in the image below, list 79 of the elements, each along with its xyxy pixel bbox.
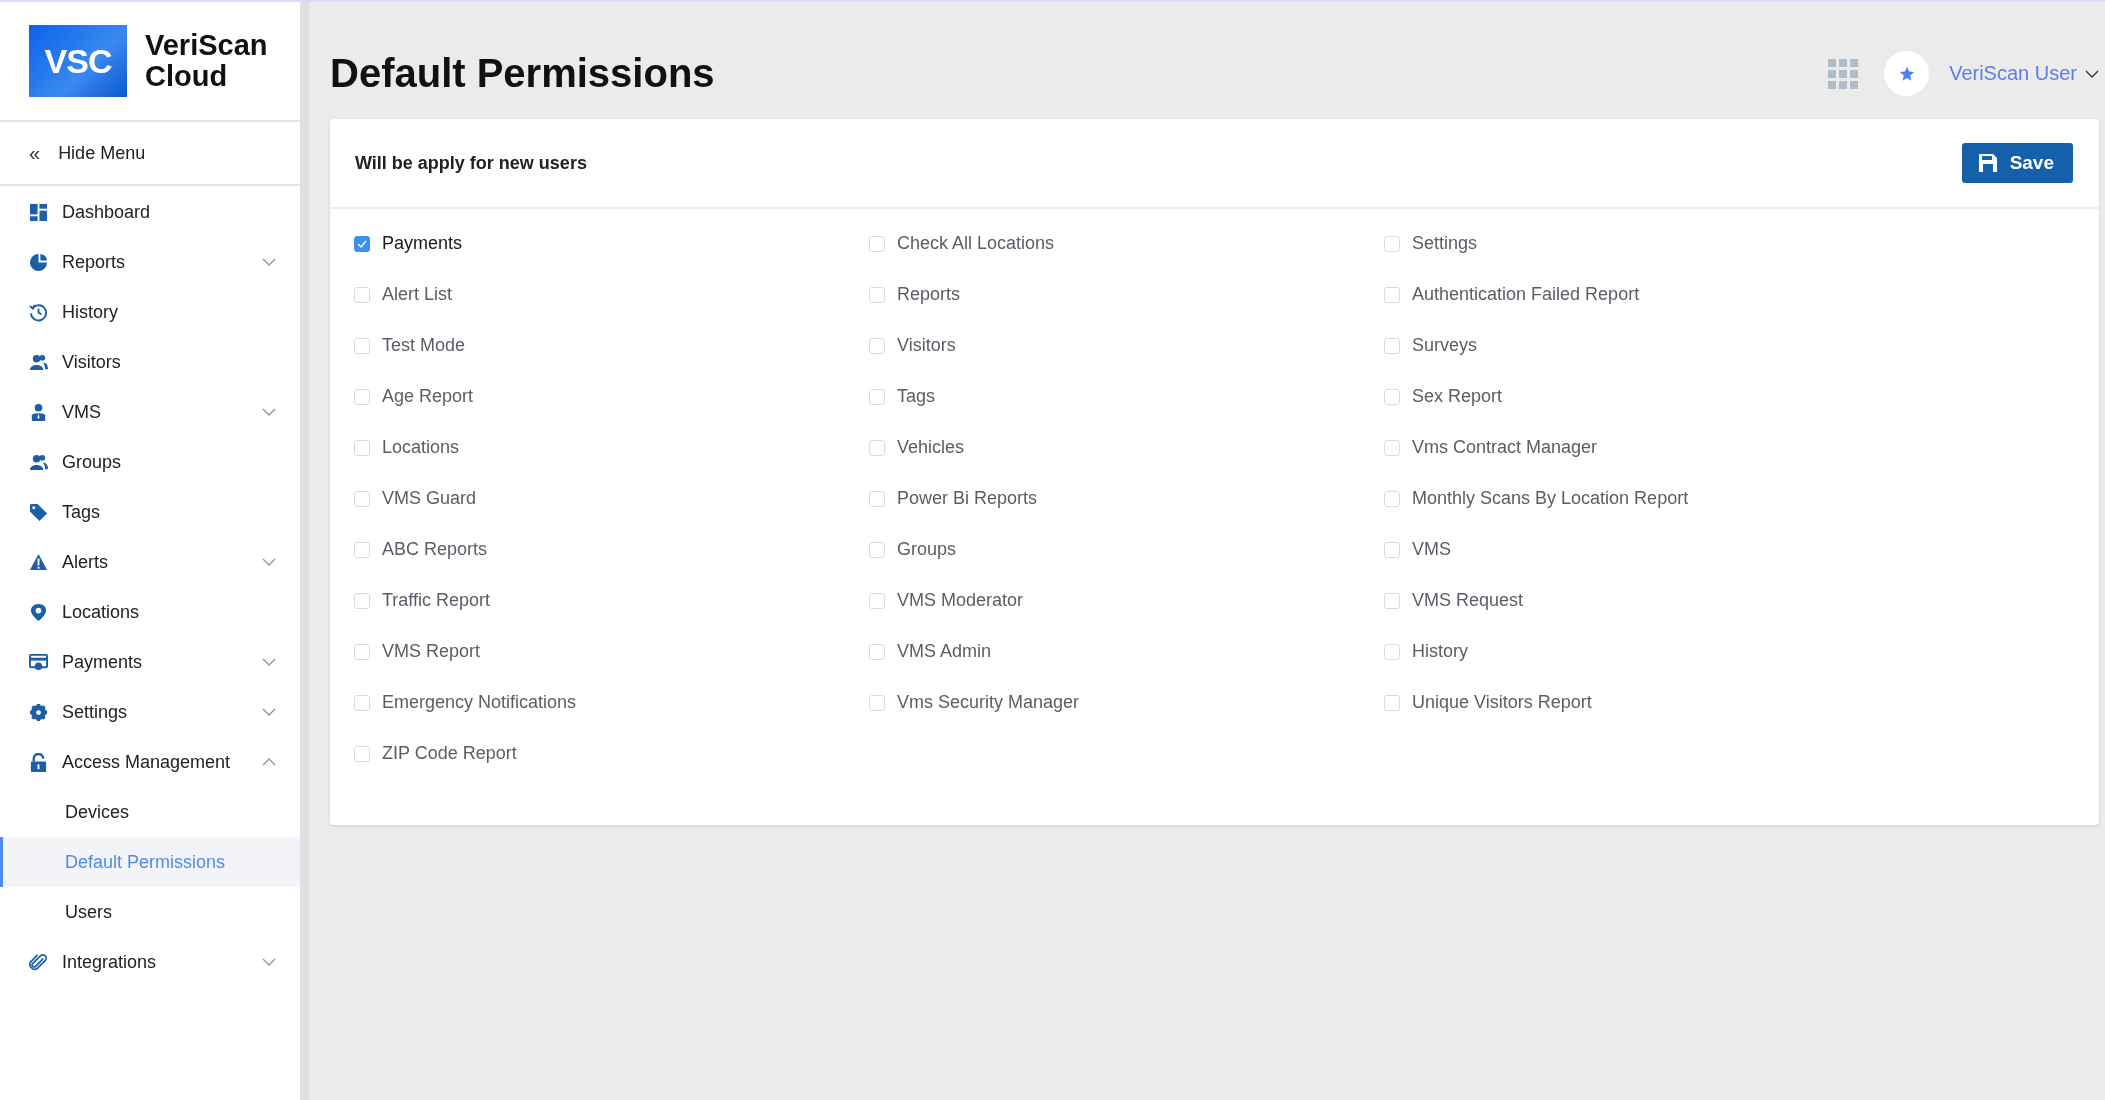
warning-icon <box>29 552 48 572</box>
permission-checkbox[interactable]: Reports <box>869 269 1384 320</box>
sidebar-subitem[interactable]: Users <box>0 887 300 937</box>
sidebar-item[interactable]: Settings <box>0 687 300 737</box>
permission-checkbox[interactable]: VMS <box>1384 524 2099 575</box>
permission-checkbox[interactable]: Alert List <box>354 269 869 320</box>
permission-checkbox[interactable]: Authentication Failed Report <box>1384 269 2099 320</box>
sidebar-item[interactable]: VMS <box>0 387 300 437</box>
checkbox[interactable] <box>354 235 370 252</box>
permission-checkbox[interactable]: Test Mode <box>354 320 869 371</box>
chevron-down-icon <box>262 958 276 966</box>
permission-checkbox[interactable]: Payments <box>354 218 869 269</box>
chevron-down-icon <box>262 708 276 716</box>
sidebar-item[interactable]: Alerts <box>0 537 300 587</box>
permission-checkbox[interactable]: VMS Admin <box>869 626 1384 677</box>
star-icon <box>1898 65 1915 82</box>
chevron-down-icon <box>262 658 276 666</box>
permission-checkbox[interactable]: Unique Visitors Report <box>1384 677 2099 728</box>
permission-checkbox[interactable]: Vehicles <box>869 422 1384 473</box>
permission-checkbox[interactable]: ABC Reports <box>354 524 869 575</box>
person-icon <box>29 402 48 422</box>
sidebar-subitem[interactable]: Devices <box>0 787 300 837</box>
tag-icon <box>29 502 48 522</box>
checkmark-icon <box>357 239 367 248</box>
permission-checkbox[interactable]: History <box>1384 626 2099 677</box>
sidebar-item[interactable]: Tags <box>0 487 300 537</box>
apps-grid-icon[interactable] <box>1828 58 1859 89</box>
permission-checkbox[interactable]: VMS Moderator <box>869 575 1384 626</box>
permission-checkbox[interactable]: Surveys <box>1384 320 2099 371</box>
sidebar-item[interactable]: Payments <box>0 637 300 687</box>
permission-checkbox[interactable]: Emergency Notifications <box>354 677 869 728</box>
permission-checkbox[interactable]: ZIP Code Report <box>354 728 869 779</box>
permission-checkbox[interactable]: Power Bi Reports <box>869 473 1384 524</box>
sidebar-item[interactable]: History <box>0 287 300 337</box>
sidebar-item[interactable]: Integrations <box>0 937 300 987</box>
paperclip-icon <box>29 952 48 972</box>
sidebar-item[interactable]: Dashboard <box>0 187 300 237</box>
location-pin-icon <box>29 602 48 622</box>
permission-checkbox[interactable]: VMS Report <box>354 626 869 677</box>
permission-checkbox[interactable]: Sex Report <box>1384 371 2099 422</box>
permission-checkbox[interactable]: Settings <box>1384 218 2099 269</box>
save-icon <box>1977 153 1998 173</box>
card-subtitle: Will be apply for new users <box>355 152 587 174</box>
favorites-button[interactable] <box>1884 51 1930 96</box>
permission-checkbox[interactable]: Locations <box>354 422 869 473</box>
chevron-down-icon <box>262 258 276 266</box>
sidebar-item[interactable]: Visitors <box>0 337 300 387</box>
permission-checkbox[interactable]: Vms Contract Manager <box>1384 422 2099 473</box>
users-icon <box>29 352 48 372</box>
history-icon <box>29 302 48 322</box>
sidebar-item[interactable]: Reports <box>0 237 300 287</box>
hide-menu-button[interactable]: « Hide Menu <box>0 122 300 186</box>
brand-name: VeriScan Cloud <box>145 30 269 92</box>
permission-checkbox[interactable]: Visitors <box>869 320 1384 371</box>
logo-mark: VSC <box>29 25 127 97</box>
sidebar-item[interactable]: Access Management <box>0 737 300 787</box>
page-title: Default Permissions <box>330 51 716 96</box>
permission-checkbox[interactable]: Tags <box>869 371 1384 422</box>
chevron-down-icon <box>262 408 276 416</box>
pie-chart-icon <box>29 252 48 272</box>
permission-checkbox[interactable]: Monthly Scans By Location Report <box>1384 473 2099 524</box>
settings-icon <box>29 702 48 722</box>
permission-checkbox[interactable]: Vms Security Manager <box>869 677 1384 728</box>
sidebar-item[interactable]: Groups <box>0 437 300 487</box>
chevron-up-icon <box>262 758 276 766</box>
permission-checkbox[interactable]: Traffic Report <box>354 575 869 626</box>
permission-checkbox[interactable]: Age Report <box>354 371 869 422</box>
permission-checkbox[interactable]: Groups <box>869 524 1384 575</box>
payment-icon <box>29 652 48 672</box>
save-button[interactable]: Save <box>1961 143 2073 183</box>
permission-checkbox[interactable]: VMS Guard <box>354 473 869 524</box>
permission-checkbox[interactable]: Check All Locations <box>869 218 1384 269</box>
lock-icon <box>29 752 48 772</box>
sidebar-item[interactable]: Locations <box>0 587 300 637</box>
users-icon <box>29 452 48 472</box>
chevron-down-icon <box>262 558 276 566</box>
permission-checkbox[interactable]: VMS Request <box>1384 575 2099 626</box>
dashboard-icon <box>29 202 48 222</box>
chevron-down-icon <box>2085 69 2099 78</box>
